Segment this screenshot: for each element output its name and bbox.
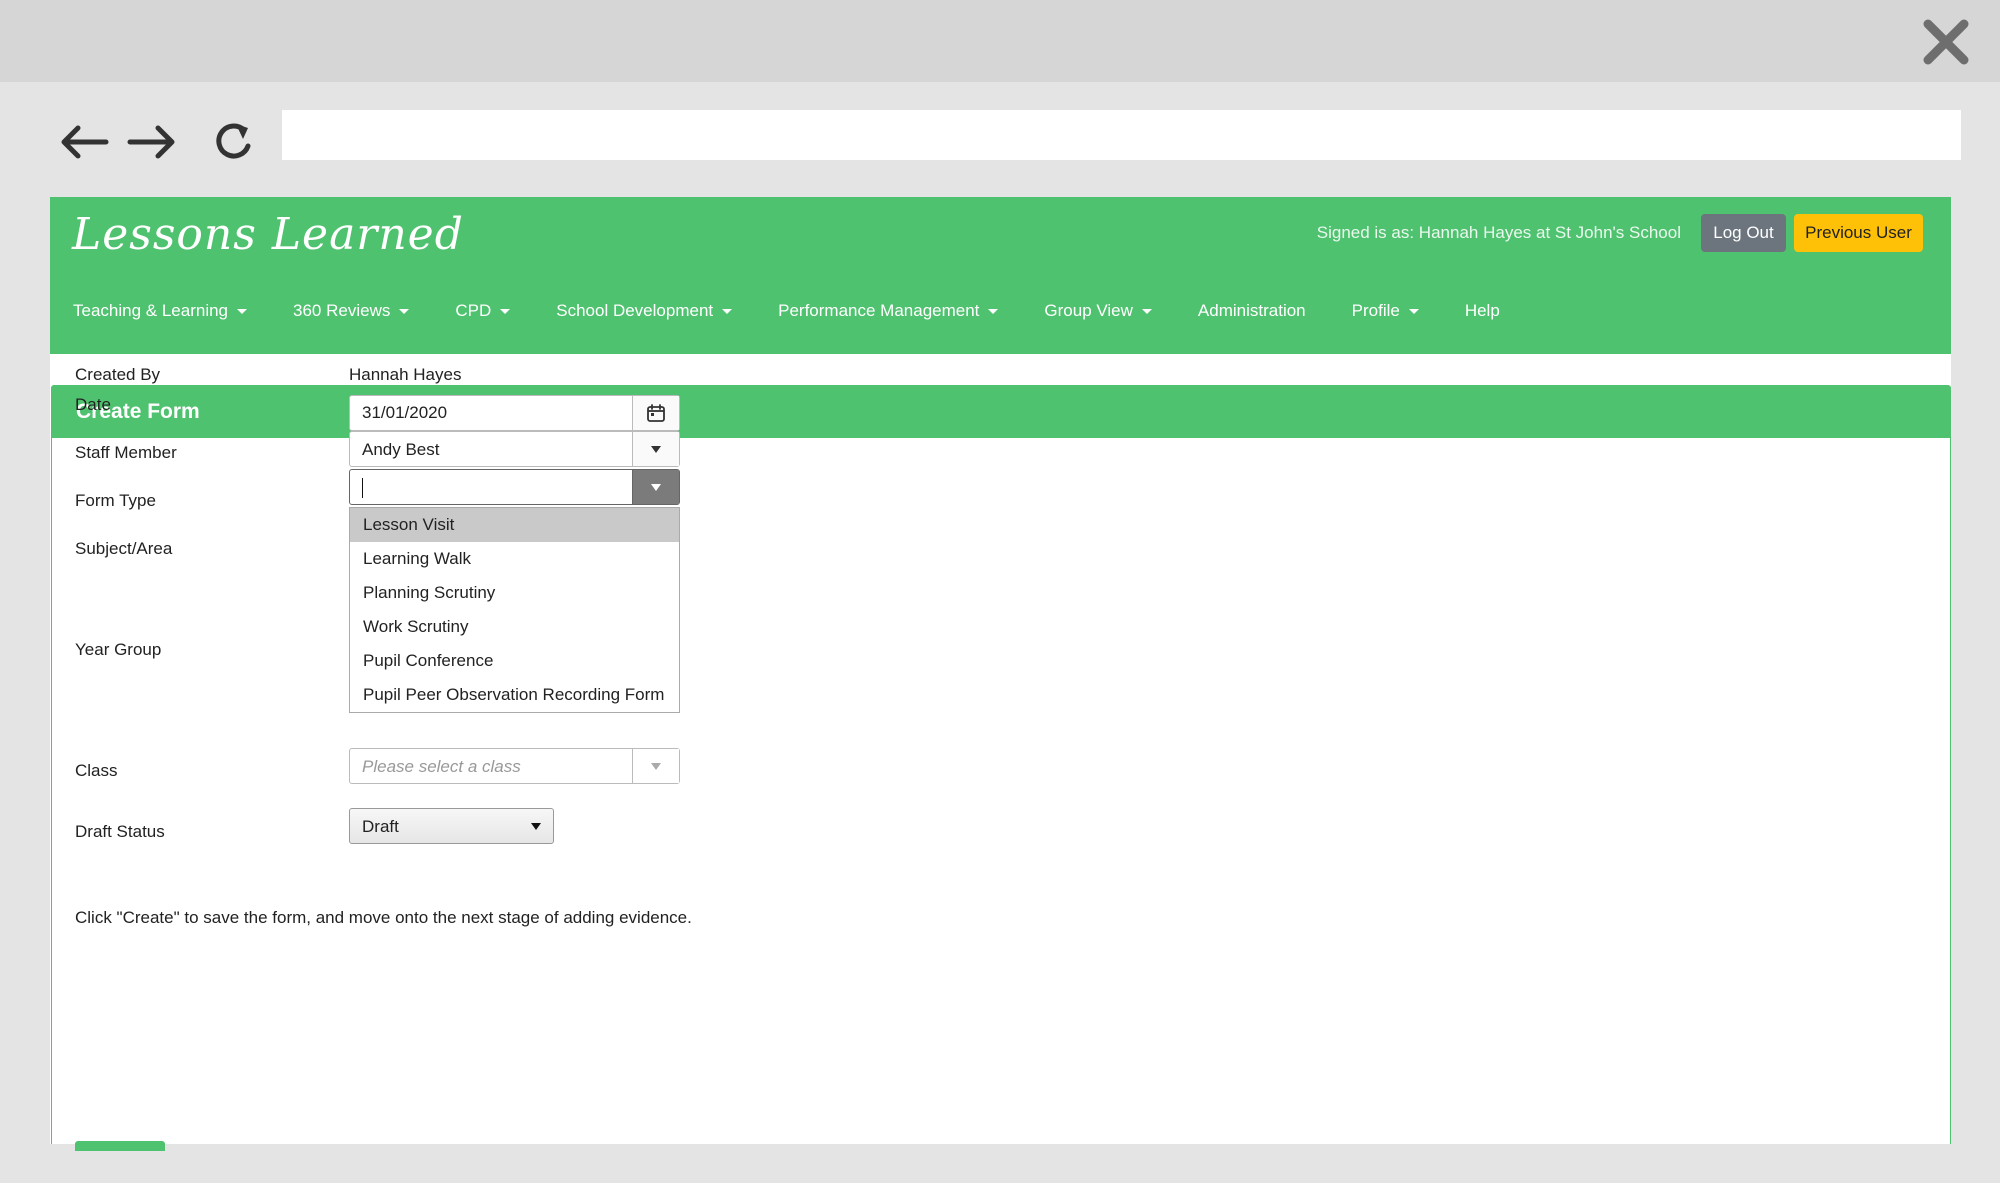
draft-status-value: Draft: [362, 817, 399, 836]
close-icon[interactable]: [1922, 18, 1970, 66]
staff-member-select[interactable]: Andy Best: [349, 431, 680, 467]
reload-icon[interactable]: [206, 118, 262, 166]
create-button[interactable]: [75, 1141, 165, 1151]
class-placeholder: Please select a class: [362, 757, 521, 776]
form-type-option[interactable]: Lesson Visit: [350, 508, 679, 542]
staff-member-value: Andy Best: [362, 440, 440, 459]
arrow-left-icon[interactable]: [56, 118, 112, 166]
browser-toolbar: [0, 82, 2000, 197]
create-hint-text: Click "Create" to save the form, and mov…: [75, 908, 692, 927]
class-select[interactable]: Please select a class: [349, 748, 680, 784]
window-frame: [0, 197, 50, 1144]
form-type-option[interactable]: Learning Walk: [350, 542, 679, 576]
form-type-input[interactable]: [350, 470, 679, 504]
address-bar[interactable]: [282, 110, 1961, 160]
window-frame: [1951, 197, 2000, 1144]
form-type-option[interactable]: Work Scrutiny: [350, 610, 679, 644]
form-type-option[interactable]: Pupil Peer Observation Recording Form: [350, 678, 679, 712]
chevron-down-icon[interactable]: [632, 749, 679, 783]
draft-status-select[interactable]: Draft: [349, 808, 554, 844]
window-frame: [0, 1144, 2000, 1183]
form-controls: Andy Best Lesson Visit Learning Walk Pla…: [50, 197, 1951, 1151]
text-cursor: [362, 478, 363, 498]
arrow-right-icon[interactable]: [124, 118, 180, 166]
chevron-down-icon[interactable]: [632, 432, 679, 466]
form-type-option[interactable]: Planning Scrutiny: [350, 576, 679, 610]
chevron-down-icon: [531, 823, 541, 830]
chevron-down-icon[interactable]: [632, 470, 679, 504]
form-type-option[interactable]: Pupil Conference: [350, 644, 679, 678]
form-type-dropdown: Lesson Visit Learning Walk Planning Scru…: [349, 507, 680, 713]
form-type-select[interactable]: [349, 469, 680, 505]
window-titlebar: [0, 0, 2000, 82]
